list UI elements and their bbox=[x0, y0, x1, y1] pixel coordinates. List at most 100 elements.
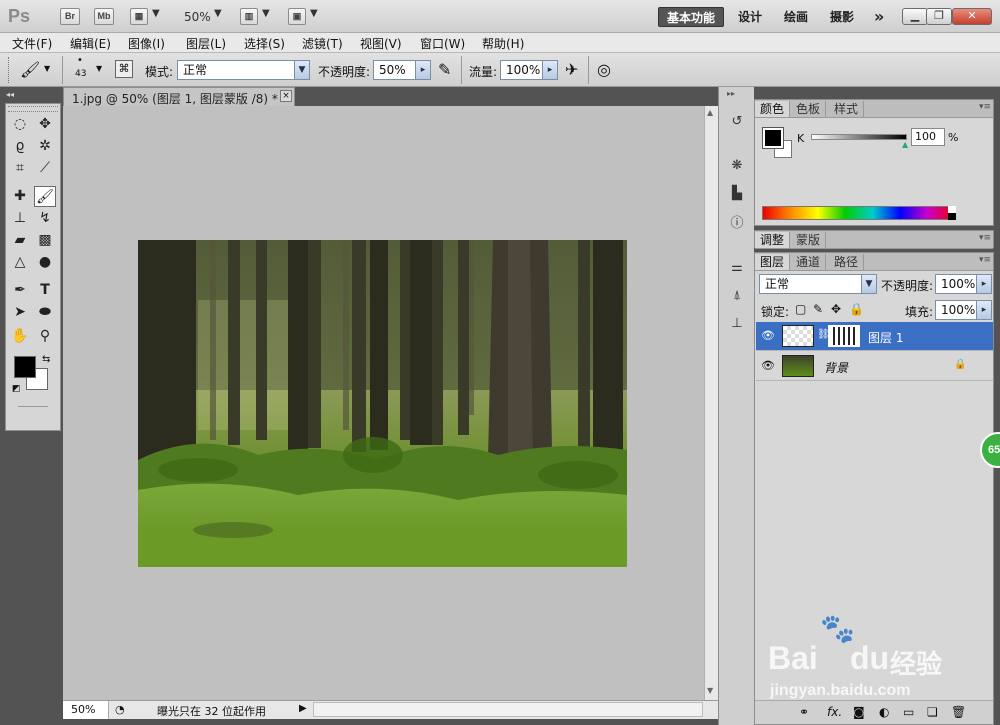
tab-masks[interactable]: 蒙版 bbox=[791, 232, 827, 248]
group-icon[interactable]: ▭ bbox=[903, 705, 914, 719]
layer-opacity-arrow-icon[interactable]: ▸ bbox=[976, 275, 991, 293]
panel-menu-icon[interactable]: ▾≡ bbox=[979, 233, 991, 243]
mini-bridge-button[interactable]: Mb bbox=[94, 8, 114, 25]
path-selection-tool-icon[interactable]: ➤ bbox=[9, 302, 31, 323]
options-grip[interactable] bbox=[8, 57, 11, 83]
layer-row-background[interactable]: 👁 背景 🔒 bbox=[756, 352, 993, 381]
k-slider-thumb-icon[interactable]: ▲ bbox=[902, 140, 908, 149]
k-value-field[interactable]: 100 bbox=[911, 128, 945, 146]
move-tool-icon[interactable]: ✥ bbox=[34, 114, 56, 135]
tab-swatches[interactable]: 色板 bbox=[791, 101, 827, 117]
panel-menu-icon[interactable]: ▾≡ bbox=[979, 255, 991, 265]
crop-tool-icon[interactable]: ⌗ bbox=[9, 158, 31, 179]
new-layer-icon[interactable]: ❏ bbox=[927, 705, 938, 719]
menu-help[interactable]: 帮助(H) bbox=[482, 35, 524, 52]
visibility-eye-icon[interactable]: 👁 bbox=[761, 359, 775, 373]
brush-size[interactable]: 43 bbox=[75, 69, 86, 79]
add-mask-icon[interactable]: ◙ bbox=[853, 705, 865, 719]
swap-colors-icon[interactable]: ⇆ bbox=[42, 354, 50, 365]
spectrum-black-swatch[interactable] bbox=[948, 213, 956, 220]
tool-presets-panel-icon[interactable]: ⊥ bbox=[728, 315, 746, 333]
menu-window[interactable]: 窗口(W) bbox=[420, 35, 465, 52]
pressure-opacity-icon[interactable]: ✎ bbox=[438, 60, 451, 79]
visibility-eye-icon[interactable]: 👁 bbox=[761, 329, 775, 343]
minimize-button[interactable]: ▁ bbox=[902, 8, 928, 25]
lock-transparency-icon[interactable]: ▢ bbox=[795, 302, 806, 316]
blend-mode-select[interactable]: 正常 ▼ bbox=[759, 274, 877, 294]
collapse-toolbar-icon[interactable]: ◂◂ bbox=[6, 90, 14, 99]
status-info-icon[interactable]: ◔ bbox=[115, 703, 125, 716]
close-document-icon[interactable]: × bbox=[280, 90, 292, 102]
fx-icon[interactable]: fx. bbox=[827, 705, 842, 719]
status-menu-arrow-icon[interactable]: ▶ bbox=[299, 703, 307, 714]
histogram-panel-icon[interactable]: ▙ bbox=[728, 185, 746, 203]
fill-field[interactable]: 100% ▸ bbox=[935, 300, 992, 320]
pressure-size-icon[interactable]: ◎ bbox=[597, 60, 611, 79]
k-slider-track[interactable] bbox=[811, 134, 907, 140]
trash-icon[interactable]: 🗑 bbox=[951, 705, 966, 719]
ellipse-tool-icon[interactable]: ⬬ bbox=[34, 302, 56, 323]
brush-tool-preset-icon[interactable]: 🖌 bbox=[20, 60, 40, 79]
pen-tool-icon[interactable]: ✒ bbox=[9, 280, 31, 301]
hand-tool-icon[interactable]: ✋ bbox=[9, 326, 31, 347]
zoom-tool-icon[interactable]: ⚲ bbox=[34, 326, 56, 347]
scroll-down-icon[interactable]: ▼ bbox=[707, 686, 713, 695]
chevron-down-icon[interactable]: ▼ bbox=[294, 61, 309, 79]
tab-channels[interactable]: 通道 bbox=[791, 254, 827, 270]
layer-opacity-field[interactable]: 100% ▸ bbox=[935, 274, 992, 294]
dodge-tool-icon[interactable]: ● bbox=[34, 252, 56, 273]
spectrum-white-swatch[interactable] bbox=[948, 206, 956, 213]
workspace-photography-button[interactable]: 摄影 bbox=[822, 7, 862, 27]
opacity-field[interactable]: 50% ▸ bbox=[373, 60, 431, 80]
lock-pixels-icon[interactable]: ✎ bbox=[813, 302, 823, 316]
more-workspaces-button[interactable]: » bbox=[866, 7, 892, 27]
adjustment-layer-icon[interactable]: ◐ bbox=[879, 705, 889, 719]
flow-field[interactable]: 100% ▸ bbox=[500, 60, 558, 80]
tab-styles[interactable]: 样式 bbox=[829, 101, 865, 117]
menu-view[interactable]: 视图(V) bbox=[360, 35, 402, 52]
layer-mask-thumbnail[interactable] bbox=[828, 325, 860, 347]
screen-mode-dropdown-icon[interactable]: ▼ bbox=[310, 8, 318, 19]
workspace-essentials-button[interactable]: 基本功能 bbox=[658, 7, 725, 27]
layer-row-layer1[interactable]: 👁 ⛓ 图层 1 bbox=[756, 322, 993, 351]
menu-filter[interactable]: 滤镜(T) bbox=[302, 35, 343, 52]
opacity-slider-arrow-icon[interactable]: ▸ bbox=[415, 61, 430, 79]
airbrush-icon[interactable]: ✈ bbox=[565, 60, 578, 79]
close-window-button[interactable]: ✕ bbox=[952, 8, 992, 25]
chevron-down-icon[interactable]: ▼ bbox=[861, 275, 876, 293]
blur-tool-icon[interactable]: △ bbox=[9, 252, 31, 273]
arrange-dropdown-icon[interactable]: ▼ bbox=[262, 8, 270, 19]
menu-edit[interactable]: 编辑(E) bbox=[70, 35, 111, 52]
menu-image[interactable]: 图像(I) bbox=[128, 35, 165, 52]
brush-tool-icon[interactable]: 🖌 bbox=[34, 186, 56, 207]
brush-presets-panel-icon[interactable]: ⚌ bbox=[728, 259, 746, 277]
lasso-tool-icon[interactable]: ϱ bbox=[9, 136, 31, 157]
link-layers-icon[interactable]: ⚭ bbox=[799, 705, 809, 719]
eraser-tool-icon[interactable]: ▰ bbox=[9, 230, 31, 251]
gradient-tool-icon[interactable]: ▩ bbox=[34, 230, 56, 251]
foreground-color-chip[interactable] bbox=[762, 127, 784, 149]
navigator-panel-icon[interactable]: ❋ bbox=[728, 157, 746, 175]
layer-name[interactable]: 图层 1 bbox=[868, 329, 903, 346]
restore-button[interactable]: ❐ bbox=[926, 8, 952, 25]
menu-layer[interactable]: 图层(L) bbox=[186, 35, 226, 52]
chevron-down-icon[interactable]: ▼ bbox=[152, 8, 160, 19]
quick-selection-tool-icon[interactable]: ✲ bbox=[34, 136, 56, 157]
zoom-dropdown-icon[interactable]: ▼ bbox=[214, 8, 222, 19]
default-colors-icon[interactable]: ◩ bbox=[12, 384, 21, 394]
forest-photo-canvas[interactable] bbox=[138, 240, 627, 567]
menu-select[interactable]: 选择(S) bbox=[244, 35, 285, 52]
tool-preset-dropdown-icon[interactable]: ▼ bbox=[44, 64, 50, 73]
tab-adjustments[interactable]: 调整 bbox=[755, 232, 791, 248]
color-spectrum-bar[interactable] bbox=[762, 206, 956, 220]
mode-select[interactable]: 正常 ▼ bbox=[177, 60, 310, 80]
lock-position-icon[interactable]: ✥ bbox=[831, 302, 841, 316]
clone-source-panel-icon[interactable]: ⍋ bbox=[728, 287, 746, 305]
status-zoom-field[interactable]: 50% bbox=[63, 701, 109, 719]
info-panel-icon[interactable]: ⓘ bbox=[728, 215, 746, 233]
tab-color[interactable]: 颜色 bbox=[755, 101, 791, 117]
brush-picker-dropdown-icon[interactable]: ▼ bbox=[96, 64, 102, 73]
history-panel-icon[interactable]: ↺ bbox=[728, 113, 746, 131]
workspace-design-button[interactable]: 设计 bbox=[730, 7, 770, 27]
lock-all-icon[interactable]: 🔒 bbox=[849, 302, 864, 316]
